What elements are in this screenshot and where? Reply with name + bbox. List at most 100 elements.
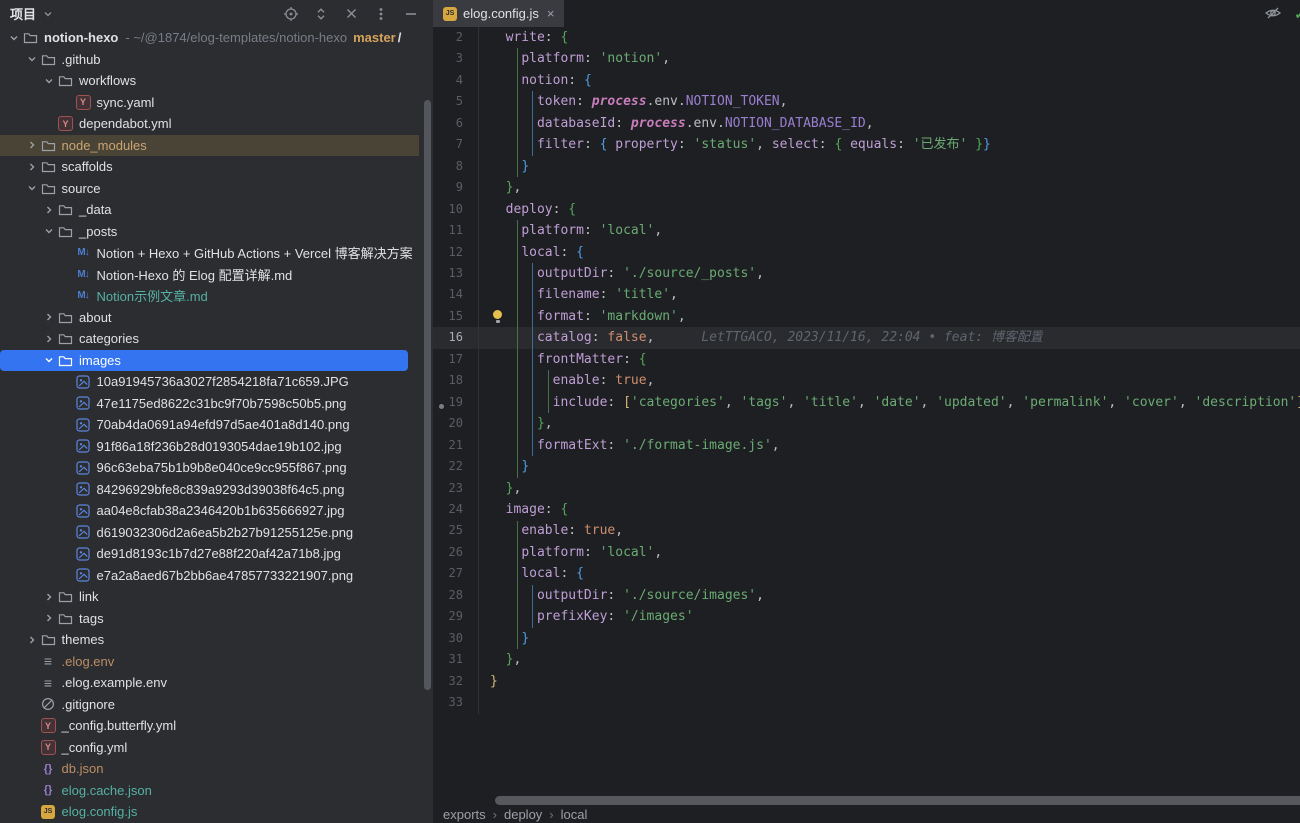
tree-item[interactable]: d619032306d2a6ea5b2b27b91255125e.png bbox=[0, 522, 433, 544]
tree-item[interactable]: Y_config.butterfly.yml bbox=[0, 715, 433, 737]
line-number[interactable]: 10 bbox=[433, 199, 479, 220]
tree-item[interactable]: tags bbox=[0, 608, 433, 630]
tree-item[interactable]: ≡.elog.env bbox=[0, 651, 433, 673]
hide-tool-window-icon[interactable] bbox=[403, 6, 419, 22]
tab-elog-config-js[interactable]: JS elog.config.js × bbox=[433, 0, 564, 27]
line-number[interactable]: 31 bbox=[433, 649, 479, 670]
line-number[interactable]: 28 bbox=[433, 585, 479, 606]
tree-item[interactable]: Ydependabot.yml bbox=[0, 113, 433, 135]
tree-item[interactable]: .gitignore bbox=[0, 694, 433, 716]
tree-item[interactable]: 10a91945736a3027f2854218fa71c659.JPG bbox=[0, 371, 433, 393]
tree-item[interactable]: M↓Notion示例文章.md bbox=[0, 285, 433, 307]
breadcrumb-item-exports[interactable]: exports bbox=[443, 807, 486, 823]
editor-hscrollbar[interactable] bbox=[495, 796, 1300, 805]
tree-item[interactable]: de91d8193c1b7d27e88f220af42a71b8.jpg bbox=[0, 543, 433, 565]
inspections-ok-icon[interactable]: ✓ bbox=[1294, 6, 1300, 23]
line-number[interactable]: 16 bbox=[433, 327, 479, 348]
line-number[interactable]: 32 bbox=[433, 671, 479, 692]
line-number[interactable]: 24 bbox=[433, 499, 479, 520]
tree-item[interactable]: 96c63eba75b1b9b8e040ce9cc955f867.png bbox=[0, 457, 433, 479]
line-number[interactable]: 21 bbox=[433, 435, 479, 456]
tree-item[interactable]: scaffolds bbox=[0, 156, 433, 178]
chevron-down-icon[interactable] bbox=[6, 30, 22, 46]
chevron-down-icon[interactable] bbox=[41, 73, 57, 89]
line-number[interactable]: 14 bbox=[433, 284, 479, 305]
chevron-down-icon[interactable] bbox=[41, 352, 57, 368]
unfold-icon[interactable] bbox=[313, 6, 329, 22]
tree-item[interactable]: themes bbox=[0, 629, 433, 651]
more-options-icon[interactable] bbox=[373, 6, 389, 22]
tree-item[interactable]: Y_config.yml bbox=[0, 737, 433, 759]
editor-area[interactable]: JS elog.config.js × ✓ 2 write: {3 platfo… bbox=[433, 0, 1300, 823]
tab-close-icon[interactable]: × bbox=[547, 6, 555, 21]
chevron-right-icon[interactable] bbox=[24, 159, 40, 175]
tree-item[interactable]: about bbox=[0, 307, 433, 329]
tree-item[interactable]: .github bbox=[0, 49, 433, 71]
locate-icon[interactable] bbox=[283, 6, 299, 22]
tree-item[interactable]: categories bbox=[0, 328, 433, 350]
line-number[interactable]: 4 bbox=[433, 70, 479, 91]
chevron-right-icon[interactable] bbox=[24, 137, 40, 153]
tree-item[interactable]: 70ab4da0691a94efd97d5ae401a8d140.png bbox=[0, 414, 433, 436]
line-number[interactable]: 13 bbox=[433, 263, 479, 284]
chevron-right-icon[interactable] bbox=[41, 309, 57, 325]
tree-item[interactable]: {}db.json bbox=[0, 758, 433, 780]
tree-item[interactable]: {}elog.cache.json bbox=[0, 780, 433, 802]
breadcrumb-item-deploy[interactable]: deploy bbox=[504, 807, 542, 823]
line-number[interactable]: 6 bbox=[433, 113, 479, 134]
line-number[interactable]: 33 bbox=[433, 692, 479, 713]
line-number[interactable]: 27 bbox=[433, 563, 479, 584]
line-number[interactable]: 29 bbox=[433, 606, 479, 627]
line-number[interactable]: 3 bbox=[433, 48, 479, 69]
chevron-right-icon[interactable] bbox=[41, 331, 57, 347]
chevron-down-icon[interactable] bbox=[24, 51, 40, 67]
tree-item[interactable]: source bbox=[0, 178, 433, 200]
tree-item[interactable]: node_modules bbox=[0, 135, 419, 157]
tree-item[interactable]: 47e1175ed8622c31bc9f70b7598c50b5.png bbox=[0, 393, 433, 415]
tree-item[interactable]: M↓Notion-Hexo 的 Elog 配置详解.md bbox=[0, 264, 433, 286]
tree-item-root[interactable]: notion-hexo- ~/@1874/elog-templates/noti… bbox=[0, 27, 433, 49]
line-number[interactable]: 7 bbox=[433, 134, 479, 155]
tree-scrollbar[interactable] bbox=[424, 100, 431, 690]
line-number[interactable]: 17 bbox=[433, 349, 479, 370]
tree-item[interactable]: Ysync.yaml bbox=[0, 92, 433, 114]
line-number[interactable]: 30 bbox=[433, 628, 479, 649]
line-number[interactable]: 5 bbox=[433, 91, 479, 112]
chevron-right-icon[interactable] bbox=[41, 202, 57, 218]
line-number[interactable]: 2 bbox=[433, 27, 479, 48]
breadcrumb-item-local[interactable]: local bbox=[561, 807, 588, 823]
line-number[interactable]: 22 bbox=[433, 456, 479, 477]
tree-item[interactable]: aa04e8cfab38a2346420b1b635666927.jpg bbox=[0, 500, 433, 522]
tree-item[interactable]: _data bbox=[0, 199, 433, 221]
chevron-right-icon[interactable] bbox=[41, 589, 57, 605]
line-number[interactable]: 11 bbox=[433, 220, 479, 241]
project-view-selector[interactable]: 项目 bbox=[10, 4, 56, 23]
line-number[interactable]: 18 bbox=[433, 370, 479, 391]
line-number[interactable]: 20 bbox=[433, 413, 479, 434]
line-number[interactable]: 26 bbox=[433, 542, 479, 563]
line-number[interactable]: 9 bbox=[433, 177, 479, 198]
collapse-all-icon[interactable] bbox=[343, 6, 359, 22]
tree-item[interactable]: 91f86a18f236b28d0193054dae19b102.jpg bbox=[0, 436, 433, 458]
tree-item[interactable]: M↓Notion + Hexo + GitHub Actions + Verce… bbox=[0, 242, 433, 264]
tree-item[interactable]: e7a2a8aed67b2bb6ae47857733221907.png bbox=[0, 565, 433, 587]
chevron-right-icon[interactable] bbox=[24, 632, 40, 648]
chevron-right-icon[interactable] bbox=[41, 610, 57, 626]
line-number[interactable]: 15 bbox=[433, 306, 479, 327]
line-number[interactable]: 19 bbox=[433, 392, 479, 413]
tree-item[interactable]: 84296929bfe8c839a9293d39038f64c5.png bbox=[0, 479, 433, 501]
eye-slash-icon[interactable] bbox=[1264, 5, 1282, 21]
chevron-down-icon[interactable] bbox=[24, 180, 40, 196]
line-number[interactable]: 12 bbox=[433, 242, 479, 263]
code-editor[interactable]: 2 write: {3 platform: 'notion',4 notion:… bbox=[433, 27, 1300, 714]
tree-item[interactable]: _posts bbox=[0, 221, 433, 243]
tree-item[interactable]: JSelog.config.js bbox=[0, 801, 433, 823]
line-number[interactable]: 23 bbox=[433, 478, 479, 499]
line-number[interactable]: 25 bbox=[433, 520, 479, 541]
line-number[interactable]: 8 bbox=[433, 156, 479, 177]
chevron-down-icon[interactable] bbox=[41, 223, 57, 239]
tree-item[interactable]: images bbox=[0, 350, 408, 372]
tree-item[interactable]: link bbox=[0, 586, 433, 608]
tree-item[interactable]: ≡.elog.example.env bbox=[0, 672, 433, 694]
tree-item[interactable]: workflows bbox=[0, 70, 433, 92]
